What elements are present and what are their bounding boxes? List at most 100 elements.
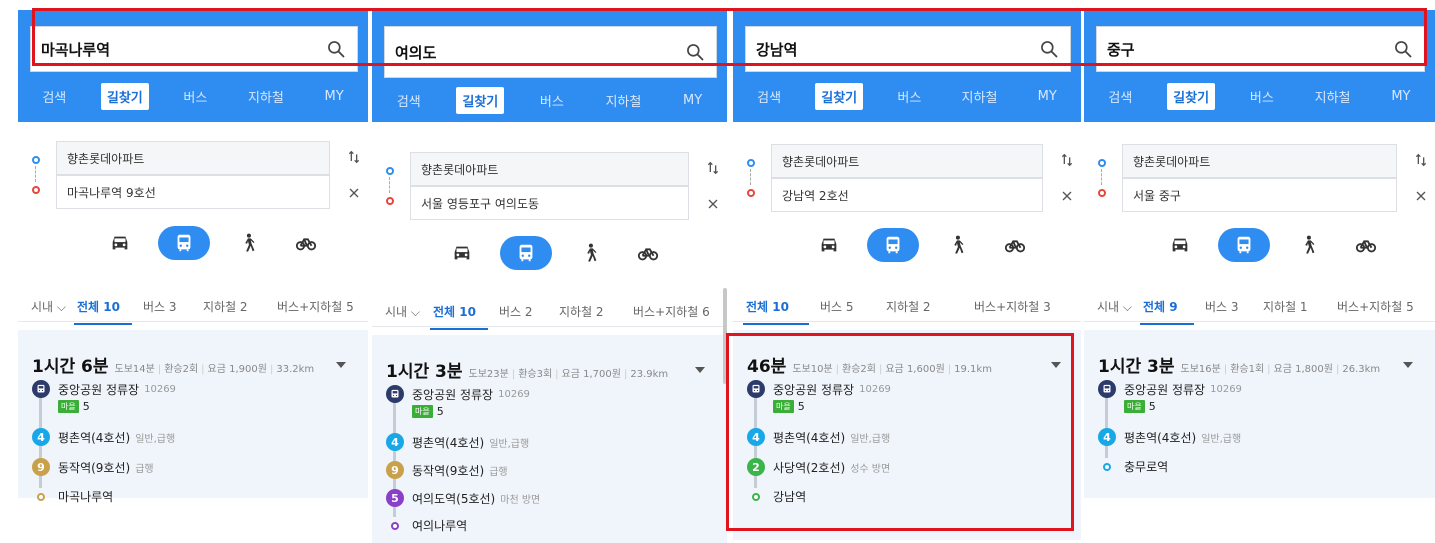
bus-mode-button[interactable] [867, 228, 919, 262]
dropdown-caret-icon[interactable] [695, 367, 705, 373]
destination-field[interactable]: 서울 영등포구 여의도동 [410, 186, 689, 220]
result-tab-1[interactable]: 전체 10 [426, 303, 492, 330]
result-summary: 1시간 6분 도보14분 | 환승2회 | 요금 1,900원 | 33.2km [32, 352, 314, 377]
step-detail: 급행 [135, 463, 154, 475]
close-icon[interactable] [1059, 188, 1075, 204]
nav-tab-0[interactable]: 검색 [36, 83, 72, 110]
result-tab-3[interactable]: 지하철 1 [1256, 298, 1330, 315]
line-4-badge: 4 [1098, 428, 1116, 446]
nav-tab-1[interactable]: 길찾기 [456, 86, 505, 114]
nav-tab-3[interactable]: 지하철 [599, 87, 647, 114]
nav-tab-1[interactable]: 길찾기 [100, 82, 149, 110]
meta-fare: 요금 1,800원 [1273, 364, 1333, 375]
car-icon [1169, 234, 1191, 256]
swap-icon[interactable] [346, 149, 362, 165]
result-tab-2[interactable]: 버스 3 [1198, 298, 1256, 315]
route-result-card[interactable]: 1시간 3분 도보16분 | 환승1회 | 요금 1,800원 | 26.3km 중앙공원 정류… [1084, 330, 1435, 498]
dropdown-caret-icon[interactable] [1403, 362, 1413, 368]
nav-tab-3[interactable]: 지하철 [1309, 83, 1357, 110]
swap-icon[interactable] [705, 160, 721, 176]
result-tab-3[interactable]: 버스+지하철 3 [967, 298, 1067, 315]
nav-tab-1[interactable]: 길찾기 [815, 82, 864, 110]
meta-separator: | [269, 364, 274, 375]
nav-tab-3[interactable]: 지하철 [956, 83, 1004, 110]
walk-mode-button[interactable] [228, 226, 268, 260]
destination-field[interactable]: 강남역 2호선 [771, 178, 1043, 212]
result-tab-1[interactable]: 전체 10 [70, 298, 136, 325]
nav-tab-4[interactable]: MY [677, 89, 708, 112]
dropdown-caret-icon[interactable] [336, 362, 346, 368]
origin-dot [32, 156, 40, 164]
destination-text: 서울 영등포구 여의도동 [421, 196, 540, 211]
nav-tab-3[interactable]: 지하철 [242, 83, 290, 110]
bike-mode-button[interactable] [286, 226, 326, 260]
destination-text: 서울 중구 [1133, 188, 1181, 203]
result-tab-4[interactable]: 버스+지하철 5 [1330, 298, 1416, 315]
nav-tab-2[interactable]: 버스 [891, 83, 927, 110]
nav-tab-4[interactable]: MY [1032, 85, 1063, 108]
route-result-card[interactable]: 1시간 3분 도보23분 | 환승3회 | 요금 1,700원 | 23.9km 중앙공원 정류… [372, 335, 727, 543]
close-icon[interactable] [346, 185, 362, 201]
car-mode-button[interactable] [100, 226, 140, 260]
nav-tab-4[interactable]: MY [1385, 85, 1416, 108]
result-tab-3[interactable]: 지하철 2 [552, 303, 626, 320]
result-tab-3[interactable]: 지하철 2 [196, 298, 270, 315]
result-tab-0[interactable]: 시내 ⌵ [378, 303, 426, 320]
bus-number: 5 [436, 405, 444, 418]
meta-transfer: 환승2회 [164, 364, 199, 375]
result-tab-0[interactable]: 시내 ⌵ [24, 298, 70, 315]
route-connector [1101, 169, 1102, 185]
bus-icon [1100, 382, 1114, 396]
nav-tab-4[interactable]: MY [319, 85, 350, 108]
car-mode-button[interactable] [442, 236, 482, 270]
swap-icon[interactable] [1059, 152, 1075, 168]
walk-mode-button[interactable] [937, 228, 977, 262]
bus-mode-button[interactable] [500, 236, 552, 270]
bus-mode-button[interactable] [1218, 228, 1270, 262]
origin-dot [747, 159, 755, 167]
result-tab-4[interactable]: 버스+지하철 6 [626, 303, 712, 320]
transport-modes [1160, 228, 1404, 262]
bus-mode-button[interactable] [158, 226, 210, 260]
car-mode-button[interactable] [1160, 228, 1200, 262]
origin-field[interactable]: 향촌롯데아파트 [56, 141, 330, 175]
result-tab-2[interactable]: 버스 2 [492, 303, 552, 320]
nav-tab-2[interactable]: 버스 [177, 83, 213, 110]
nav-tab-1[interactable]: 길찾기 [1167, 82, 1216, 110]
close-icon[interactable] [1413, 188, 1429, 204]
result-tab-1[interactable]: 전체 9 [1136, 298, 1198, 325]
bike-mode-button[interactable] [995, 228, 1035, 262]
result-tab-0[interactable]: 전체 10 [739, 298, 813, 325]
nav-tab-2[interactable]: 버스 [1244, 83, 1280, 110]
destination-dot [32, 186, 40, 194]
nav-tab-0[interactable]: 검색 [391, 87, 427, 114]
route-panel-1: 마곡나루역 검색 길찾기 버스 지하철 MY 향촌롯데아파트 마곡나루역 9호선 시내 ⌵ 전체 … [18, 10, 368, 543]
nav-tab-0[interactable]: 검색 [1102, 83, 1138, 110]
result-tab-1[interactable]: 버스 5 [813, 298, 879, 315]
route-step: 5 여의도역(5호선) 마천 방면 [386, 489, 540, 507]
origin-field[interactable]: 향촌롯데아파트 [410, 152, 689, 186]
result-meta: 도보23분 | 환승3회 | 요금 1,700원 | 23.9km [469, 365, 669, 380]
swap-icon[interactable] [1413, 152, 1429, 168]
origin-field[interactable]: 향촌롯데아파트 [771, 144, 1043, 178]
walk-mode-button[interactable] [1288, 228, 1328, 262]
bike-mode-button[interactable] [1346, 228, 1386, 262]
origin-field[interactable]: 향촌롯데아파트 [1122, 144, 1397, 178]
nav-tab-2[interactable]: 버스 [534, 87, 570, 114]
walk-mode-button[interactable] [570, 236, 610, 270]
destination-field[interactable]: 마곡나루역 9호선 [56, 175, 330, 209]
meta-separator: | [1335, 364, 1340, 375]
result-tab-2[interactable]: 지하철 2 [879, 298, 967, 315]
close-icon[interactable] [705, 196, 721, 212]
result-tab-2[interactable]: 버스 3 [136, 298, 196, 315]
car-mode-button[interactable] [809, 228, 849, 262]
destination-field[interactable]: 서울 중구 [1122, 178, 1397, 212]
result-tab-4[interactable]: 버스+지하철 5 [270, 298, 356, 315]
origin-text: 향촌롯데아파트 [67, 151, 145, 166]
origin-dot [386, 167, 394, 175]
route-line [1105, 390, 1108, 458]
nav-tab-0[interactable]: 검색 [751, 83, 787, 110]
result-tab-0[interactable]: 시내 ⌵ [1090, 298, 1136, 315]
route-result-card[interactable]: 1시간 6분 도보14분 | 환승2회 | 요금 1,900원 | 33.2km 중앙공원 정류… [18, 330, 368, 504]
bike-mode-button[interactable] [628, 236, 668, 270]
